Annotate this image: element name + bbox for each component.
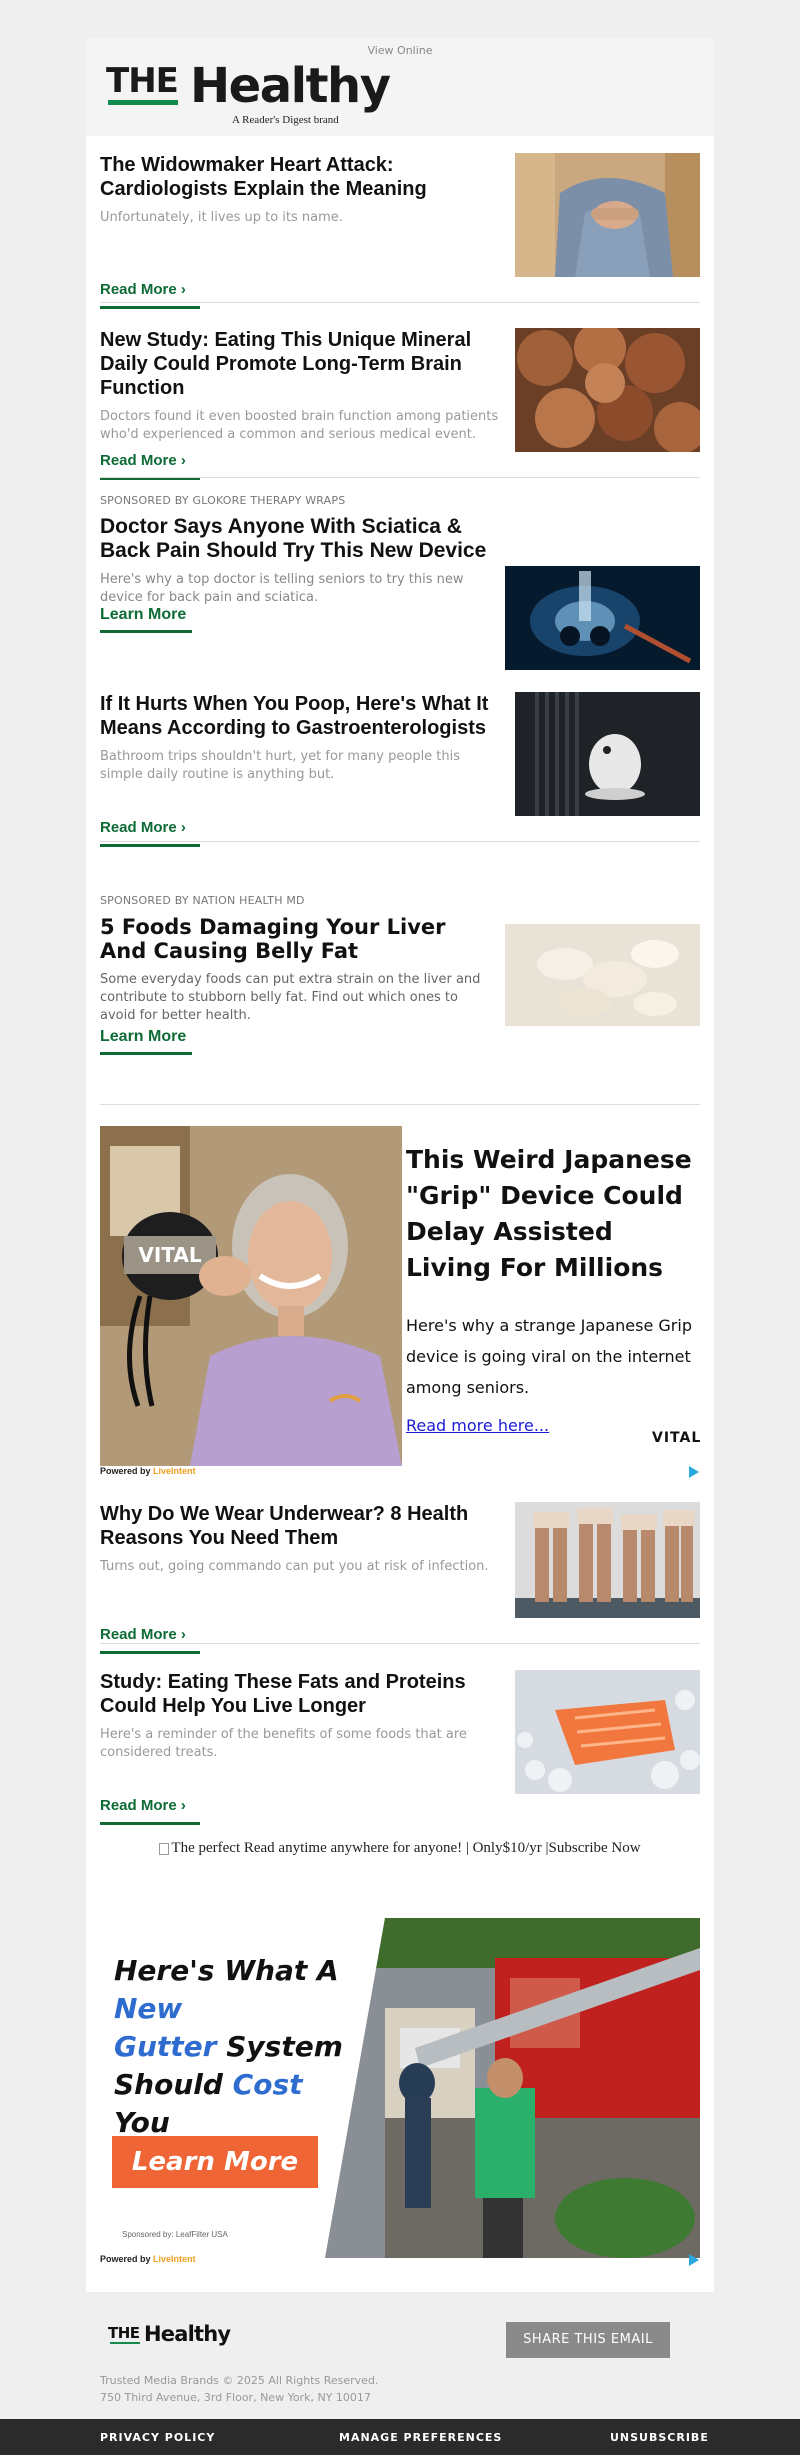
vital-logo: VITAL — [652, 1430, 702, 1446]
vital-device-label: VITAL — [138, 1243, 201, 1267]
share-email-button[interactable]: SHARE THIS EMAIL — [506, 2322, 670, 2358]
powered-by-liveintent[interactable]: Powered by LiveIntent — [100, 1466, 196, 1476]
logo-underline — [108, 100, 178, 105]
divider — [100, 1643, 700, 1644]
article-title[interactable]: Why Do We Wear Underwear? 8 Health Reaso… — [100, 1502, 500, 1550]
learn-more-link[interactable]: Learn More — [100, 1028, 192, 1055]
article-desc: Unfortunately, it lives up to its name. — [100, 210, 343, 225]
article-desc: Bathroom trips shouldn't hurt, yet for m… — [100, 749, 461, 782]
salmon-photo[interactable] — [515, 1670, 700, 1794]
read-more-link[interactable]: Read More › — [100, 1797, 200, 1825]
powered-by-liveintent[interactable]: Powered by LiveIntent — [100, 2254, 196, 2264]
copyright-text: Trusted Media Brands © 2025 All Rights R… — [100, 2374, 379, 2387]
read-more-link[interactable]: Read More › — [100, 819, 200, 847]
vital-ad-body: Here's why a strange Japanese Grip devic… — [406, 1316, 692, 1397]
vital-grip-ad[interactable]: VITAL This Weird Japanese "Grip" Device … — [100, 1126, 700, 1478]
article-desc: Here's why a top doctor is telling senio… — [100, 572, 464, 605]
footer-logo-underline — [110, 2342, 140, 2344]
food-photo[interactable] — [505, 924, 700, 1026]
footer-links-bar: PRIVACY POLICY MANAGE PREFERENCES UNSUBS… — [0, 2419, 800, 2455]
sponsor-label: SPONSORED BY NATION HEALTH MD — [100, 894, 305, 907]
toilet-photo[interactable] — [515, 692, 700, 816]
manage-preferences-link[interactable]: MANAGE PREFERENCES — [339, 2431, 502, 2444]
sponsor-label: SPONSORED BY GLOKORE THERAPY WRAPS — [100, 494, 346, 507]
gutter-install-photo[interactable] — [325, 1918, 700, 2258]
powered-by-label: Powered by — [100, 1466, 151, 1476]
view-online-link[interactable]: View Online — [86, 44, 714, 57]
read-more-link[interactable]: Read More › — [100, 1626, 200, 1654]
spine-xray-photo[interactable] — [505, 566, 700, 670]
woman-holding-device-photo[interactable]: VITAL — [100, 1126, 402, 1466]
divider — [100, 477, 700, 478]
read-more-link[interactable]: Read More › — [100, 281, 200, 309]
logo-brand-tagline: A Reader's Digest brand — [232, 114, 339, 126]
liveintent-brand: LiveIntent — [153, 2254, 196, 2264]
divider — [100, 1104, 700, 1105]
article-widowmaker: The Widowmaker Heart Attack: Cardiologis… — [100, 153, 700, 339]
legs-underwear-photo[interactable] — [515, 1502, 700, 1618]
adchoices-icon[interactable] — [689, 1466, 699, 1478]
article-desc: Here's a reminder of the benefits of som… — [100, 1727, 467, 1760]
heart-attack-photo[interactable] — [515, 153, 700, 277]
subscribe-promo-image[interactable]: The perfect Read anytime anywhere for an… — [140, 1840, 660, 1857]
article-desc: Turns out, going commando can put you at… — [100, 1559, 489, 1574]
adchoices-icon[interactable] — [689, 2254, 699, 2266]
logo-the: THE — [106, 61, 179, 101]
article-title[interactable]: 5 Foods Damaging Your Liver And Causing … — [100, 915, 490, 963]
vital-read-more-link[interactable]: Read more here... — [406, 1416, 549, 1435]
learn-more-link[interactable]: Learn More — [100, 606, 192, 633]
article-fats-proteins: Study: Eating These Fats and Proteins Co… — [100, 1670, 700, 1856]
broken-image-icon — [159, 1842, 170, 1855]
read-more-link[interactable]: Read More › — [100, 452, 200, 480]
footer-legal: Trusted Media Brands © 2025 All Rights R… — [100, 2372, 378, 2406]
article-underwear: Why Do We Wear Underwear? 8 Health Reaso… — [100, 1502, 700, 1688]
divider — [100, 841, 700, 842]
vital-ad-illustration: VITAL — [100, 1126, 402, 1466]
article-poop-pain: If It Hurts When You Poop, Here's What I… — [100, 692, 700, 878]
article-desc: Doctors found it even boosted brain func… — [100, 409, 499, 442]
article-desc: Some everyday foods can put extra strain… — [100, 972, 481, 1023]
leaffilter-gutter-ad[interactable]: Here's What A New Gutter System Should C… — [100, 1918, 700, 2266]
article-title[interactable]: If It Hurts When You Poop, Here's What I… — [100, 692, 500, 740]
article-title[interactable]: Doctor Says Anyone With Sciatica & Back … — [100, 515, 490, 563]
gutter-sponsor-label: Sponsored by: LeafFilter USA — [122, 2230, 228, 2239]
copper-pennies-photo[interactable] — [515, 328, 700, 452]
subscribe-promo-alt-text: The perfect Read anytime anywhere for an… — [171, 1840, 641, 1856]
privacy-policy-link[interactable]: PRIVACY POLICY — [100, 2431, 215, 2444]
gutter-learn-more-button[interactable]: Learn More — [112, 2136, 318, 2188]
article-title[interactable]: Study: Eating These Fats and Proteins Co… — [100, 1670, 500, 1718]
email-card: View Online THE Healthy A Reader's Diges… — [86, 38, 714, 2292]
vital-ad-title[interactable]: This Weird Japanese "Grip" Device Could … — [406, 1142, 696, 1286]
liveintent-brand: LiveIntent — [153, 1466, 196, 1476]
article-mineral-study: New Study: Eating This Unique Mineral Da… — [100, 328, 700, 494]
divider — [100, 302, 700, 303]
address-text: 750 Third Avenue, 3rd Floor, New York, N… — [100, 2391, 371, 2404]
sponsored-liver: SPONSORED BY NATION HEALTH MD 5 Foods Da… — [100, 894, 700, 1064]
article-title[interactable]: The Widowmaker Heart Attack: Cardiologis… — [100, 153, 500, 201]
sponsored-sciatica: SPONSORED BY GLOKORE THERAPY WRAPS Docto… — [100, 494, 700, 670]
unsubscribe-link[interactable]: UNSUBSCRIBE — [610, 2431, 709, 2444]
logo-healthy: Healthy — [190, 58, 391, 114]
article-title[interactable]: New Study: Eating This Unique Mineral Da… — [100, 328, 500, 400]
footer-logo-the: THE — [108, 2324, 140, 2342]
footer-logo-healthy: Healthy — [144, 2322, 231, 2346]
email-header: View Online THE Healthy A Reader's Diges… — [86, 38, 714, 136]
powered-by-label: Powered by — [100, 2254, 151, 2264]
